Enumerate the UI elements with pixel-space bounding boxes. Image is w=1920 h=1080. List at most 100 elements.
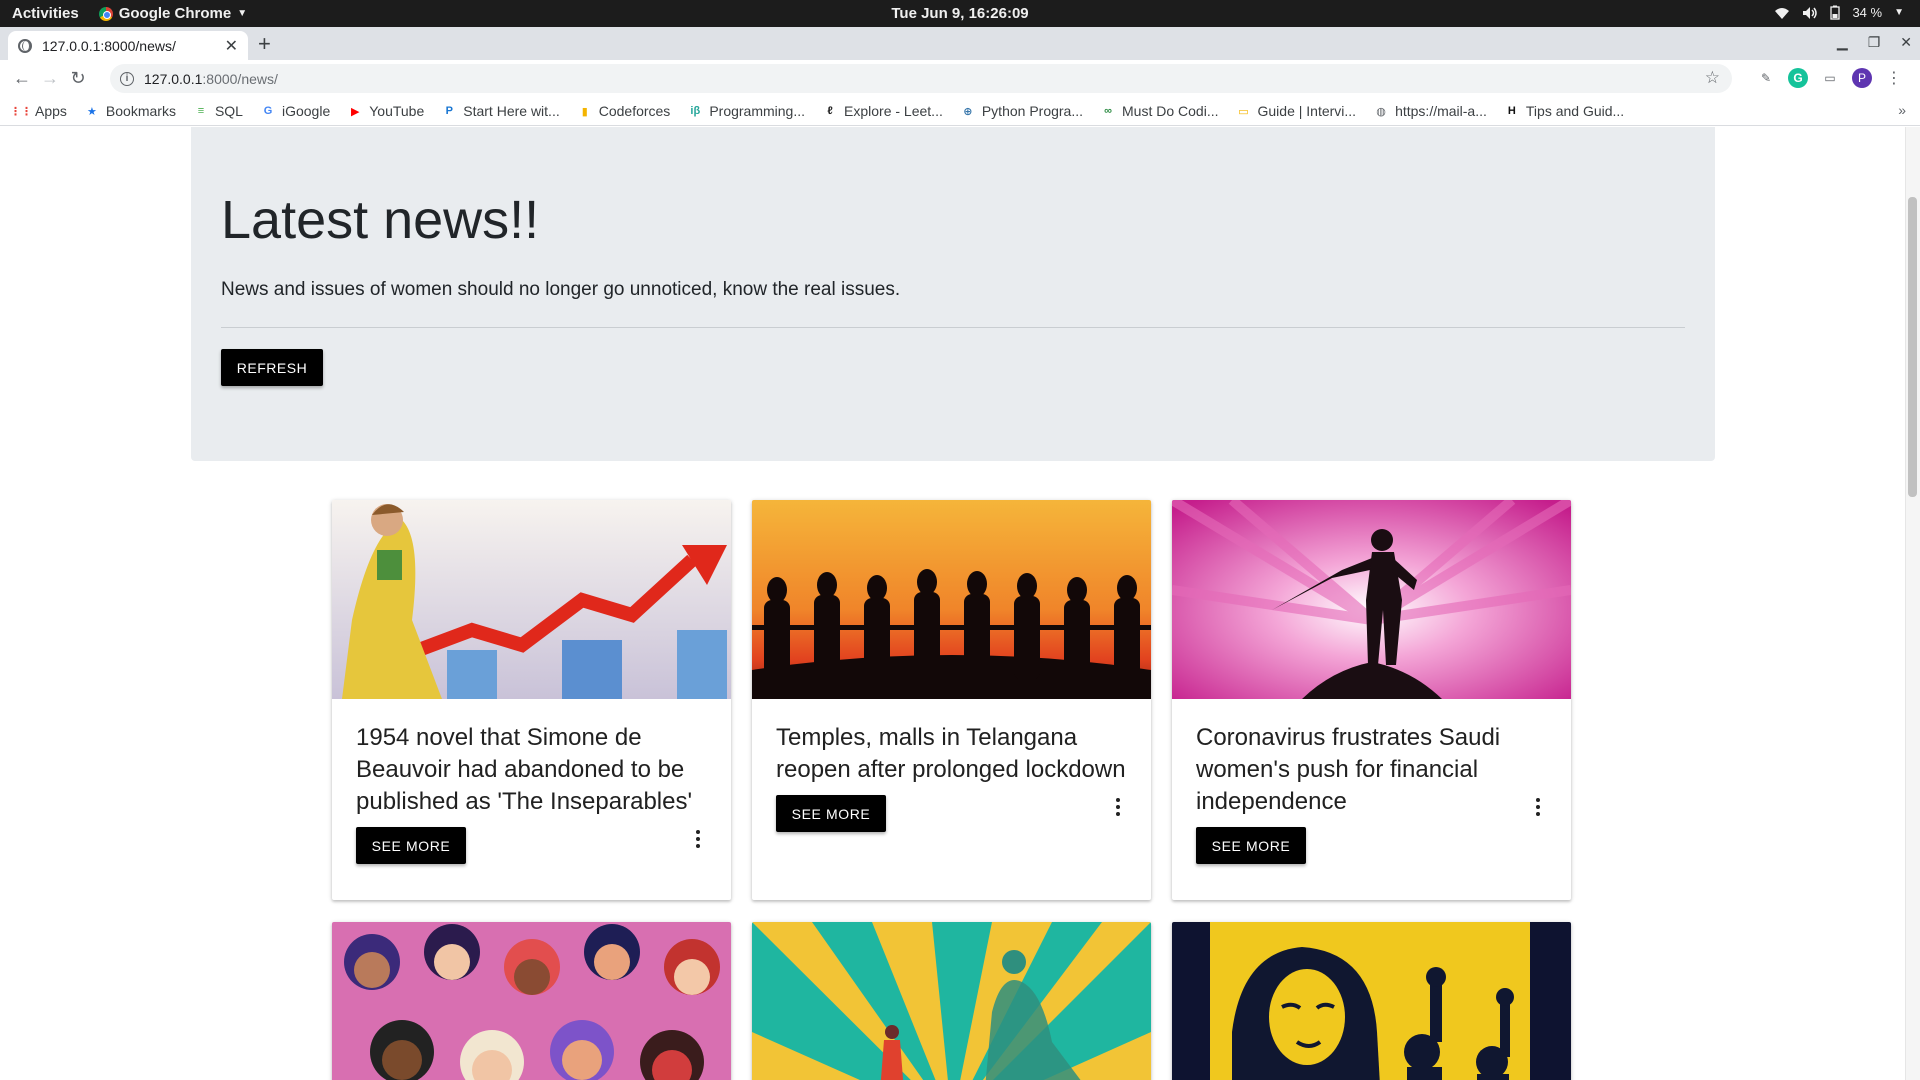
restore-icon[interactable]: ❐ [1868,34,1881,51]
url-path: :8000/news/ [202,70,278,87]
bookmark-item[interactable]: ▭ Guide | Intervi... [1237,103,1357,119]
volume-icon [1803,6,1818,19]
news-card: Temples, malls in Telangana reopen after… [752,500,1151,900]
browser-tab[interactable]: 127.0.0.1:8000/news/ ✕ [8,31,248,60]
more-vert-icon[interactable] [1535,798,1541,819]
grammarly-extension-icon[interactable]: G [1788,68,1808,88]
battery-percent: 34 % [1852,5,1883,20]
h-box-icon: H [1507,105,1516,117]
close-window-icon[interactable]: ✕ [1900,34,1912,51]
bookmark-item[interactable]: ◍ https://mail-a... [1374,103,1487,119]
page-viewport: Latest news!! News and issues of women s… [0,127,1920,1080]
bookmark-item[interactable]: H Tips and Guid... [1505,103,1624,119]
close-tab-icon[interactable]: ✕ [225,36,238,56]
news-card: 1954 novel that Simone de Beauvoir had a… [332,500,731,900]
bookmark-item[interactable]: ▶ YouTube [348,103,424,119]
battery-icon [1830,5,1841,20]
reload-button[interactable]: ↻ [64,68,92,89]
eyedropper-extension-icon[interactable]: ✎ [1756,68,1776,88]
scrollbar[interactable] [1905,127,1920,1080]
bookmark-item[interactable]: ▮ Codeforces [578,103,671,119]
bookmark-label: Codeforces [598,103,671,119]
news-image[interactable] [332,922,731,1080]
scrollbar-thumb[interactable] [1908,197,1917,497]
news-image[interactable] [1172,500,1571,699]
caret-down-icon: ▼ [1894,7,1904,18]
url-host: 127.0.0.1 [144,70,203,87]
bookmark-star-icon[interactable]: ☆ [1705,68,1720,88]
ib-icon: iβ [690,105,701,117]
bookmark-label: Apps [35,103,67,119]
page-lead: News and issues of women should no longe… [221,279,901,300]
news-title: 1954 novel that Simone de Beauvoir had a… [356,724,693,815]
system-status-area[interactable]: 34 % ▼ [1774,5,1904,20]
minimize-icon[interactable]: ▁ [1837,34,1848,51]
wifi-icon [1775,7,1790,19]
youtube-icon: ▶ [351,105,360,118]
bookmark-item[interactable]: ℓ Explore - Leet... [823,103,943,119]
page-title: Latest news!! [221,190,540,250]
bookmark-item[interactable]: ∞ Must Do Codi... [1101,103,1218,119]
refresh-button[interactable]: REFRESH [221,349,323,386]
apps-grid-icon: ⋮⋮ [10,105,32,118]
bookmark-label: Start Here wit... [463,103,560,119]
see-more-button[interactable]: SEE MORE [776,795,886,832]
sql-icon: ≡ [197,105,205,117]
bookmark-label: iGoogle [281,103,331,119]
bookmarks-bar: ⋮⋮ Apps ★ Bookmarks ≡ SQL GiGoogle ▶ YouTube P Sta… [0,97,1920,126]
google-icon: G [263,105,273,117]
more-vert-icon[interactable] [695,830,701,851]
bookmarks-overflow-icon[interactable]: » [1898,102,1906,118]
globe-icon [18,38,32,53]
tab-title: 127.0.0.1:8000/news/ [42,37,176,54]
bookmark-label: Guide | Intervi... [1257,103,1357,119]
see-more-button[interactable]: SEE MORE [356,827,466,864]
bookmark-label: Tips and Guid... [1525,103,1625,119]
address-bar[interactable]: i 127.0.0.1:8000/news/ ☆ [110,64,1732,93]
news-title: Coronavirus frustrates Saudi women's pus… [1196,724,1501,815]
bookmark-label: Bookmarks [105,103,176,119]
browser-toolbar: ← → ↻ i 127.0.0.1:8000/news/ ☆ ✎ G ▭ P ⋮ [0,60,1920,97]
gfg-icon: ∞ [1104,105,1112,117]
news-image[interactable] [1172,922,1571,1080]
news-card: Coronavirus frustrates Saudi women's pus… [1172,500,1571,900]
forward-button[interactable]: → [36,68,64,89]
globe-icon: ◍ [1376,105,1386,118]
system-top-bar: Activities Google Chrome ▼ Tue Jun 9, 16… [0,0,1920,27]
news-card [1172,922,1571,1080]
tab-strip: 127.0.0.1:8000/news/ ✕ + ▁ ❐ ✕ [0,27,1920,60]
chrome-menu-icon[interactable]: ⋮ [1884,68,1904,88]
cast-extension-icon[interactable]: ▭ [1820,68,1840,88]
bookmark-item[interactable]: GiGoogle [261,103,331,119]
news-title: Temples, malls in Telangana reopen after… [776,724,1126,783]
news-image[interactable] [752,500,1151,699]
bookmark-item[interactable]: P Start Here wit... [442,103,560,119]
bookmark-item[interactable]: ★ Bookmarks [85,103,176,119]
bookmark-label: Must Do Codi... [1122,103,1219,119]
news-image[interactable] [332,500,731,699]
extensions-area: ✎ G ▭ P ⋮ [1756,68,1904,88]
bookmark-label: Programming... [709,103,806,119]
clock[interactable]: Tue Jun 9, 16:26:09 [0,5,1920,22]
bookmark-label: YouTube [369,103,425,119]
jumbotron: Latest news!! News and issues of women s… [191,127,1715,461]
bookmark-item[interactable]: iβ Programming... [688,103,805,119]
bookmark-item[interactable]: ⋮⋮ Apps [10,103,67,119]
bookmark-label: Explore - Leet... [844,103,943,119]
more-vert-icon[interactable] [1115,798,1121,819]
leetcode-icon: ℓ [827,105,833,117]
back-button[interactable]: ← [8,68,36,89]
window-controls: ▁ ❐ ✕ [1837,34,1912,51]
bookmark-item[interactable]: ≡ SQL [194,103,243,119]
news-image[interactable] [752,922,1151,1080]
profile-avatar[interactable]: P [1852,68,1872,88]
p-circle-icon: P [445,105,453,117]
bookmark-item[interactable]: ⊕ Python Progra... [961,103,1083,119]
new-tab-button[interactable]: + [258,31,271,57]
info-icon[interactable]: i [120,71,134,86]
see-more-button[interactable]: SEE MORE [1196,827,1306,864]
bookmark-label: Python Progra... [981,103,1084,119]
bookmark-label: https://mail-a... [1395,103,1487,119]
star-icon: ★ [86,105,97,118]
python-icon: ⊕ [963,105,973,118]
